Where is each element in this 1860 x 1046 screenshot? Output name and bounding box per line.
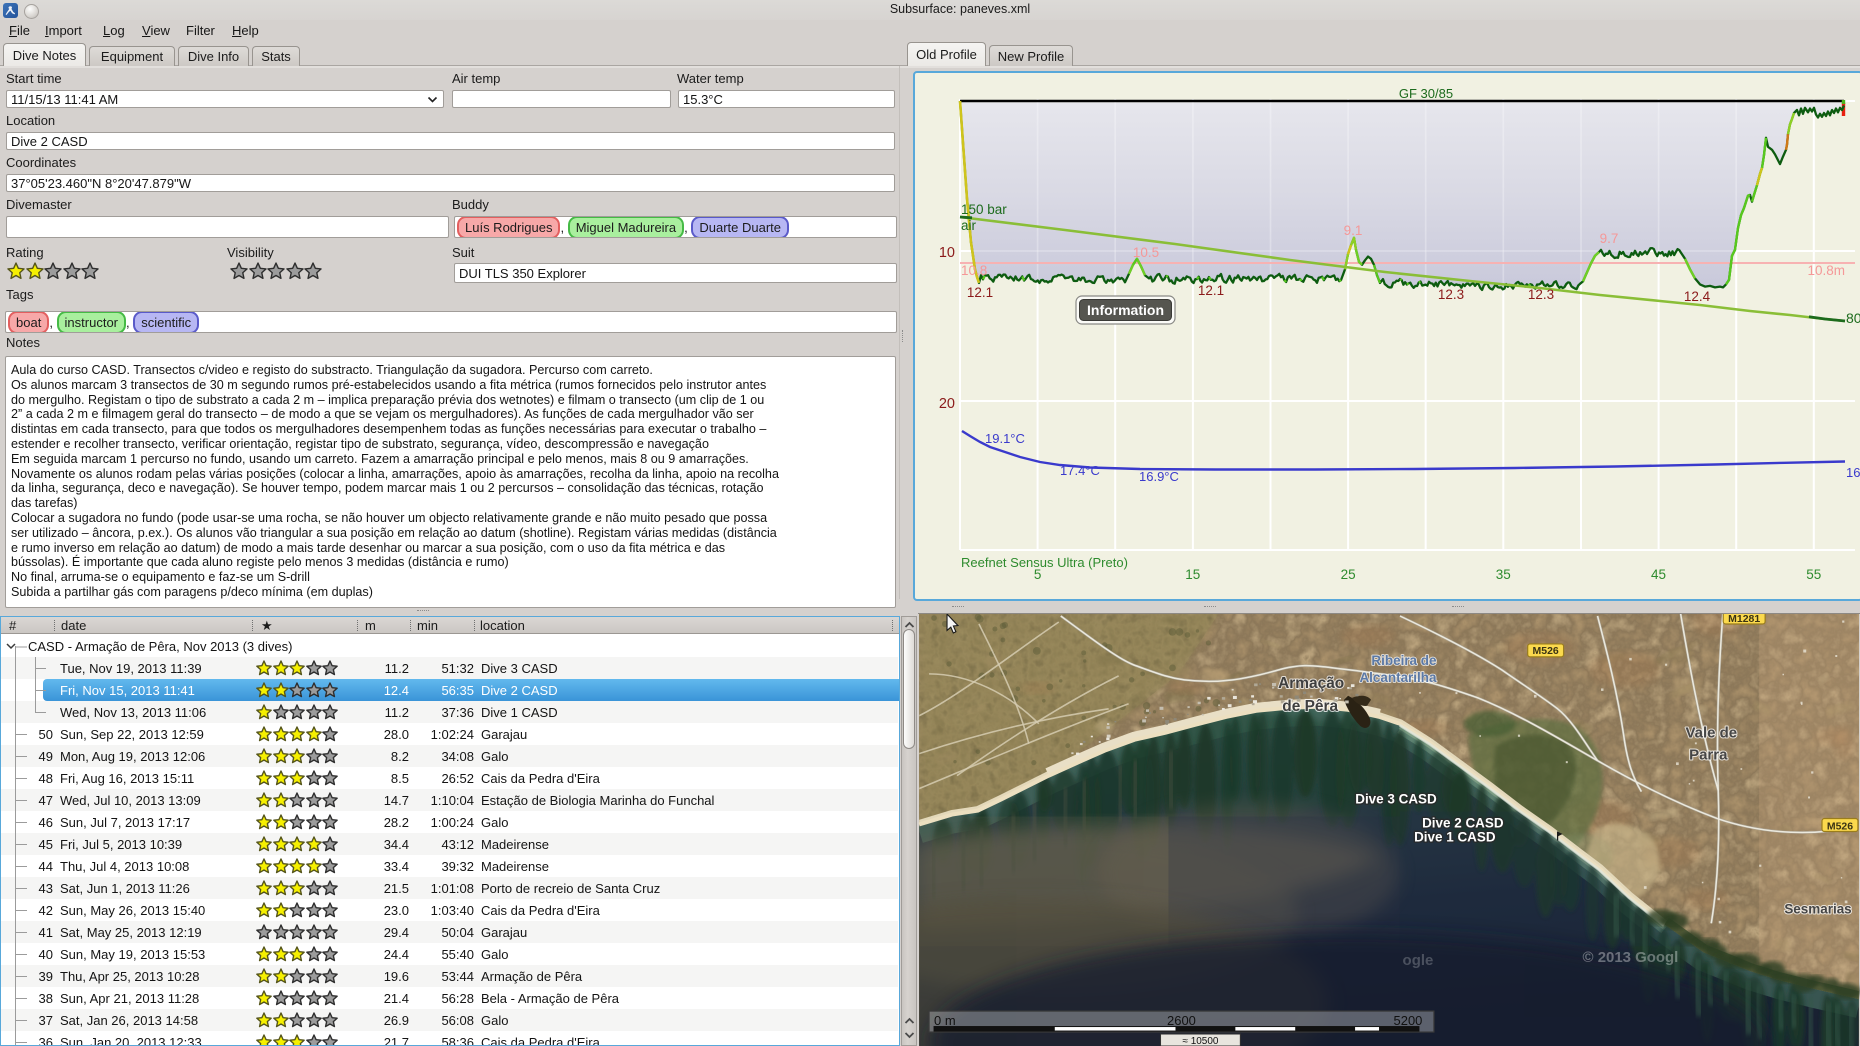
svg-text:0 m: 0 m	[934, 1013, 956, 1028]
svg-text:Vale de: Vale de	[1685, 725, 1737, 742]
svg-text:12.3: 12.3	[1438, 287, 1464, 302]
svg-text:10.8: 10.8	[961, 263, 987, 278]
svg-text:12.4: 12.4	[1684, 289, 1711, 304]
svg-text:Information: Information	[1087, 302, 1164, 318]
svg-text:20: 20	[939, 396, 955, 412]
svg-text:5200: 5200	[1394, 1013, 1423, 1028]
svg-text:19.1°C: 19.1°C	[985, 431, 1025, 446]
svg-text:Sesmarias: Sesmarias	[1784, 901, 1851, 916]
svg-text:2600: 2600	[1167, 1013, 1196, 1028]
svg-text:de Pêra: de Pêra	[1282, 698, 1338, 715]
svg-text:Dive 1 CASD: Dive 1 CASD	[1414, 829, 1496, 844]
svg-text:150 bar: 150 bar	[961, 202, 1007, 217]
svg-text:9.7: 9.7	[1600, 231, 1619, 246]
svg-text:10: 10	[939, 245, 955, 261]
svg-text:35: 35	[1496, 567, 1511, 582]
svg-text:17.4°C: 17.4°C	[1060, 463, 1100, 478]
svg-text:16.: 16.	[1846, 465, 1860, 480]
svg-text:© 2013 Googl: © 2013 Googl	[1583, 949, 1679, 966]
svg-text:Alcantarilha: Alcantarilha	[1359, 670, 1437, 685]
svg-text:80: 80	[1846, 310, 1860, 326]
svg-text:Dive 3 CASD: Dive 3 CASD	[1355, 792, 1437, 807]
svg-text:GF 30/85: GF 30/85	[1399, 86, 1453, 101]
svg-text:ogle: ogle	[1403, 952, 1434, 969]
svg-text:M526: M526	[1827, 822, 1853, 833]
svg-text:16.9°C: 16.9°C	[1139, 469, 1179, 484]
svg-text:12.1: 12.1	[967, 285, 993, 300]
svg-text:12.3: 12.3	[1528, 287, 1554, 302]
svg-text:M1281: M1281	[1728, 614, 1760, 625]
svg-text:Dive 2 CASD: Dive 2 CASD	[1422, 816, 1504, 831]
svg-text:45: 45	[1651, 567, 1666, 582]
svg-text:10.8m: 10.8m	[1807, 263, 1845, 278]
svg-text:10.5: 10.5	[1133, 245, 1159, 260]
svg-text:15: 15	[1185, 567, 1200, 582]
svg-text:Reefnet Sensus Ultra (Preto): Reefnet Sensus Ultra (Preto)	[961, 555, 1128, 570]
svg-text:M526: M526	[1533, 646, 1559, 657]
svg-text:9.1: 9.1	[1344, 223, 1363, 238]
svg-text:55: 55	[1806, 567, 1821, 582]
svg-text:Parra: Parra	[1689, 747, 1728, 764]
svg-text:Ribeira de: Ribeira de	[1371, 653, 1437, 668]
svg-text:≈ 10500: ≈ 10500	[1182, 1036, 1218, 1046]
svg-text:5: 5	[1034, 567, 1042, 582]
svg-text:Armação: Armação	[1278, 675, 1344, 692]
svg-text:12.1: 12.1	[1198, 283, 1224, 298]
svg-text:air: air	[961, 218, 977, 233]
svg-text:25: 25	[1341, 567, 1356, 582]
